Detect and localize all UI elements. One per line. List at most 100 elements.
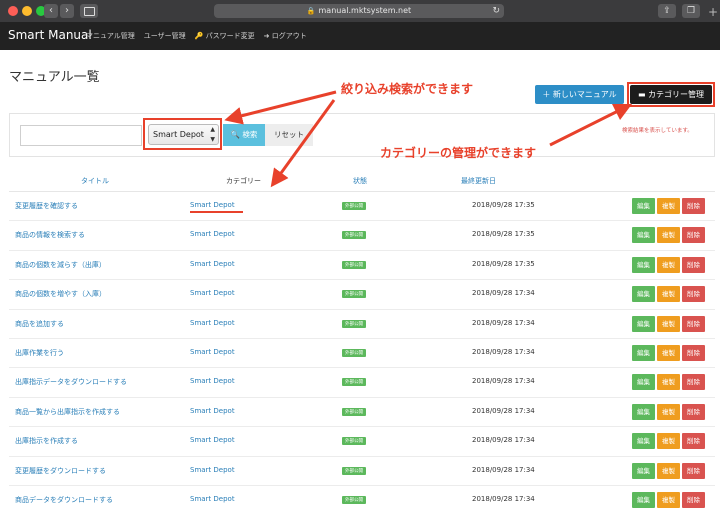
row-category-link[interactable]: Smart Depot [190, 495, 235, 503]
table-row: 商品の個数を減らす（出庫） Smart Depot 外部公開 2018/09/28 1… [9, 251, 715, 281]
edit-button[interactable]: 編集 [632, 403, 655, 420]
table-row: 商品を追加する Smart Depot 外部公開 2018/09/28 17:34 編集… [9, 310, 715, 339]
category-management-button[interactable]: ▬ カテゴリー管理 [630, 85, 712, 104]
delete-button[interactable]: 削除 [682, 286, 705, 303]
table-row: 商品の個数を増やす（入庫） Smart Depot 外部公開 2018/09/28 1… [9, 280, 715, 310]
status-badge: 外部公開 [342, 407, 366, 416]
header-title[interactable]: タイトル [81, 176, 109, 186]
nav-password-change[interactable]: 🔑 パスワード変更 [195, 31, 255, 41]
manual-table-body: 変更履歴を確認する Smart Depot 外部公開 2018/09/28 17:35… [9, 192, 715, 511]
copy-button[interactable]: 複製 [657, 433, 680, 450]
reload-icon[interactable]: ↻ [492, 4, 500, 18]
row-category-link[interactable]: Smart Depot [190, 436, 235, 444]
edit-button[interactable]: 編集 [632, 491, 655, 508]
status-badge: 外部公開 [342, 466, 366, 475]
delete-button[interactable]: 削除 [682, 491, 705, 508]
edit-button[interactable]: 編集 [632, 374, 655, 391]
copy-button[interactable]: 複製 [657, 374, 680, 391]
chevron-right-icon[interactable]: › [60, 4, 74, 18]
row-category-link[interactable]: Smart Depot [190, 319, 235, 327]
edit-button[interactable]: 編集 [632, 227, 655, 244]
sidebar-toggle-icon[interactable] [80, 4, 98, 18]
reset-button[interactable]: リセット [265, 124, 313, 146]
edit-button[interactable]: 編集 [632, 315, 655, 332]
chevron-left-icon[interactable]: ‹ [44, 4, 58, 18]
delete-button[interactable]: 削除 [682, 227, 705, 244]
delete-button[interactable]: 削除 [682, 198, 705, 214]
row-title-link[interactable]: 商品一覧から出庫指示を作成する [15, 407, 120, 417]
nav-links: マニュアル管理 ユーザー管理 🔑 パスワード変更 ➜ ログアウト [86, 31, 307, 41]
table-row: 商品データをダウンロードする Smart Depot 外部公開 2018/09/28 … [9, 486, 715, 511]
share-icon[interactable]: ⇪ [658, 4, 676, 18]
edit-button[interactable]: 編集 [632, 286, 655, 303]
copy-button[interactable]: 複製 [657, 256, 680, 273]
edit-button[interactable]: 編集 [632, 198, 655, 214]
row-title-link[interactable]: 変更履歴を確認する [15, 201, 78, 211]
copy-button[interactable]: 複製 [657, 198, 680, 214]
category-select[interactable]: Smart Depot ▲ ▼ [148, 124, 219, 145]
status-badge: 外部公開 [342, 319, 366, 328]
row-title-link[interactable]: 商品を追加する [15, 319, 64, 329]
address-bar[interactable]: 🔒 manual.mktsystem.net ↻ [214, 4, 504, 18]
delete-button[interactable]: 削除 [682, 374, 705, 391]
copy-button[interactable]: 複製 [657, 344, 680, 361]
nav-logout[interactable]: ➜ ログアウト [264, 31, 307, 41]
copy-button[interactable]: 複製 [657, 403, 680, 420]
row-category-link[interactable]: Smart Depot [190, 466, 235, 474]
row-title-link[interactable]: 商品データをダウンロードする [15, 495, 113, 505]
row-category-link[interactable]: Smart Depot [190, 289, 235, 297]
row-title-link[interactable]: 商品の個数を減らす（出庫） [15, 260, 106, 270]
close-window-button[interactable] [8, 6, 18, 16]
row-category-link[interactable]: Smart Depot [190, 201, 235, 209]
row-category-link[interactable]: Smart Depot [190, 230, 235, 238]
row-title-link[interactable]: 商品の個数を増やす（入庫） [15, 289, 106, 299]
status-badge: 外部公開 [342, 260, 366, 269]
table-row: 商品の情報を検索する Smart Depot 外部公開 2018/09/28 17:3… [9, 221, 715, 251]
delete-button[interactable]: 削除 [682, 403, 705, 420]
row-category-link[interactable]: Smart Depot [190, 407, 235, 415]
browser-toolbar: ‹ › 🔒 manual.mktsystem.net ↻ ⇪ ❐ + [0, 0, 720, 22]
row-title-link[interactable]: 出庫作業を行う [15, 348, 64, 358]
filter-annotation: 絞り込み検索ができます [341, 82, 474, 96]
delete-button[interactable]: 削除 [682, 256, 705, 273]
row-title-link[interactable]: 商品の情報を検索する [15, 230, 85, 240]
row-category-link[interactable]: Smart Depot [190, 348, 235, 356]
copy-button[interactable]: 複製 [657, 286, 680, 303]
row-updated-date: 2018/09/28 17:35 [472, 201, 535, 209]
search-button[interactable]: 🔍 検索 [223, 124, 265, 146]
copy-button[interactable]: 複製 [657, 227, 680, 244]
tabs-overview-icon[interactable]: ❐ [682, 4, 700, 18]
edit-button[interactable]: 編集 [632, 344, 655, 361]
new-tab-icon[interactable]: + [708, 5, 718, 19]
page-title: マニュアル一覧 [9, 70, 100, 85]
copy-button[interactable]: 複製 [657, 491, 680, 508]
row-title-link[interactable]: 変更履歴をダウンロードする [15, 466, 106, 476]
delete-button[interactable]: 削除 [682, 433, 705, 450]
edit-button[interactable]: 編集 [632, 256, 655, 273]
table-row: 出庫指示データをダウンロードする Smart Depot 外部公開 2018/09/2… [9, 368, 715, 398]
status-badge: 外部公開 [342, 202, 366, 210]
minimize-window-button[interactable] [22, 6, 32, 16]
delete-button[interactable]: 削除 [682, 462, 705, 479]
brand-logo[interactable]: Smart Manual [8, 28, 92, 42]
header-status[interactable]: 状態 [353, 176, 367, 186]
row-title-link[interactable]: 出庫指示データをダウンロードする [15, 377, 127, 387]
row-category-link[interactable]: Smart Depot [190, 377, 235, 385]
row-updated-date: 2018/09/28 17:34 [472, 465, 535, 474]
search-input[interactable] [20, 125, 142, 146]
copy-button[interactable]: 複製 [657, 315, 680, 332]
row-title-link[interactable]: 出庫指示を作成する [15, 436, 78, 446]
new-manual-button[interactable]: ＋ 新しいマニュアル [535, 85, 624, 104]
copy-button[interactable]: 複製 [657, 462, 680, 479]
search-result-note: 検索結果を表示しています。 [622, 128, 693, 134]
edit-button[interactable]: 編集 [632, 433, 655, 450]
edit-button[interactable]: 編集 [632, 462, 655, 479]
delete-button[interactable]: 削除 [682, 315, 705, 332]
delete-button[interactable]: 削除 [682, 344, 705, 361]
row-updated-date: 2018/09/28 17:35 [472, 230, 535, 239]
header-updated[interactable]: 最終更新日 [461, 176, 496, 186]
nav-manual-management[interactable]: マニュアル管理 [86, 31, 135, 41]
table-row: 出庫作業を行う Smart Depot 外部公開 2018/09/28 17:34 編集… [9, 339, 715, 369]
nav-user-management[interactable]: ユーザー管理 [144, 31, 186, 41]
row-category-link[interactable]: Smart Depot [190, 260, 235, 268]
